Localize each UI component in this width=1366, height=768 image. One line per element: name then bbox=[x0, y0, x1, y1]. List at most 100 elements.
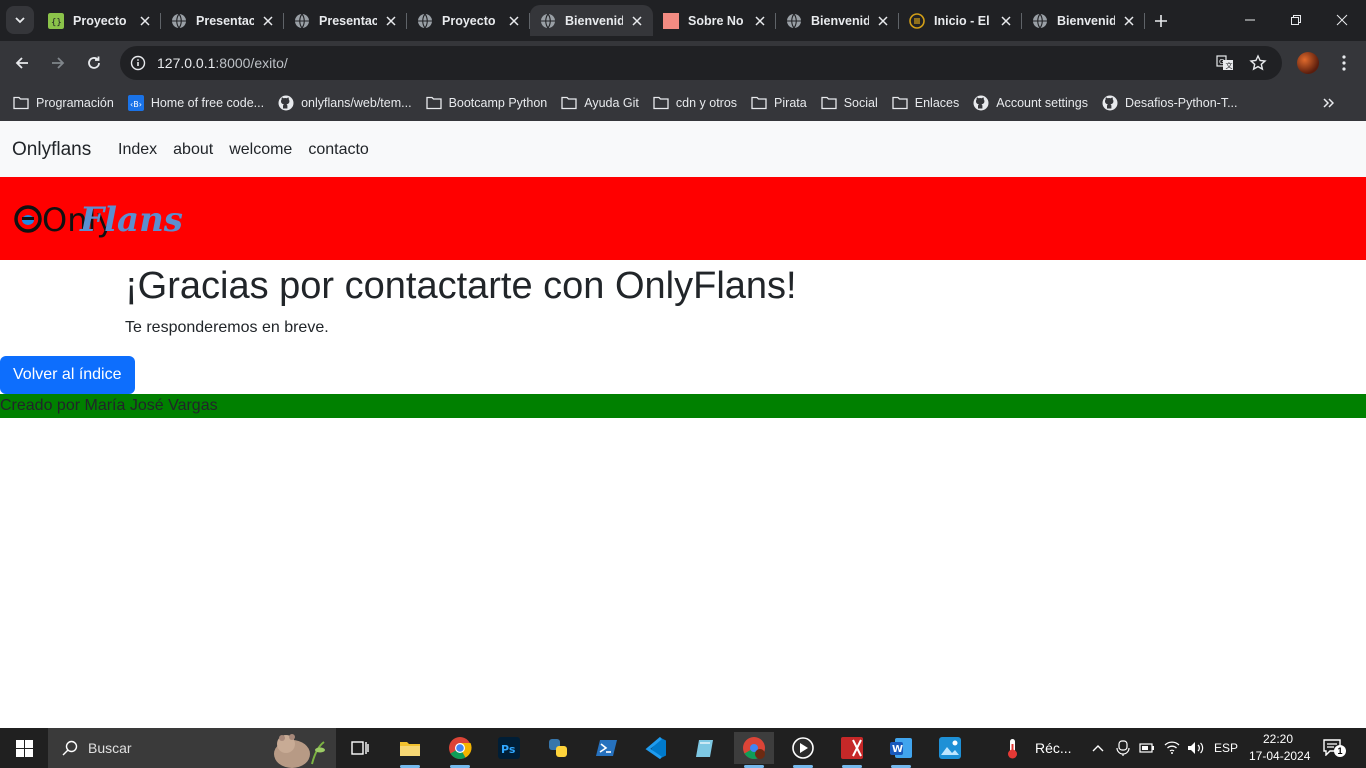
clock-date[interactable]: 17-04-2024 bbox=[1249, 749, 1310, 763]
tab-close-button[interactable] bbox=[1121, 13, 1137, 29]
notification-center-button[interactable]: 1 bbox=[1322, 738, 1346, 758]
bookmark-icon bbox=[973, 95, 989, 111]
taskbar-chrome-profile[interactable] bbox=[734, 732, 774, 768]
wifi-icon[interactable] bbox=[1164, 740, 1180, 754]
bookmark-item[interactable]: Account settings bbox=[971, 89, 1094, 117]
bookmark-item[interactable]: Social bbox=[819, 89, 884, 117]
browser-tab[interactable]: {} Proyecto bbox=[38, 5, 161, 36]
task-view-button[interactable] bbox=[340, 732, 380, 764]
close-icon bbox=[878, 15, 888, 26]
weather-text[interactable]: Réc... bbox=[1035, 740, 1072, 756]
forward-button[interactable] bbox=[44, 49, 72, 77]
bookmark-label: Home of free code... bbox=[150, 96, 265, 110]
bookmark-item[interactable]: Bootcamp Python bbox=[424, 89, 554, 117]
browser-tab[interactable]: Bienvenid bbox=[1022, 5, 1145, 36]
bookmark-item[interactable]: Ayuda Git bbox=[559, 89, 645, 117]
github-icon bbox=[278, 95, 294, 111]
browser-menu-button[interactable] bbox=[1334, 53, 1354, 73]
taskbar-chrome[interactable] bbox=[440, 732, 480, 768]
bookmark-item[interactable]: Desafios-Python-T... bbox=[1100, 89, 1244, 117]
restore-button[interactable] bbox=[1273, 0, 1319, 40]
bookmark-item[interactable]: Programación bbox=[11, 89, 120, 117]
clock-time[interactable]: 22:20 bbox=[1263, 732, 1293, 746]
taskbar-powershell[interactable] bbox=[587, 732, 627, 764]
chevron-up-icon[interactable] bbox=[1092, 742, 1104, 754]
bookmark-label: Pirata bbox=[774, 96, 807, 110]
nav-link-about[interactable]: about bbox=[165, 141, 221, 159]
bookmark-item[interactable]: Enlaces bbox=[890, 89, 965, 117]
navbar-brand[interactable]: Onlyflans bbox=[12, 139, 91, 161]
tab-close-button[interactable] bbox=[137, 13, 153, 29]
bookmark-icon bbox=[653, 95, 669, 111]
tab-title: Presentac bbox=[319, 13, 377, 28]
taskbar-photos[interactable] bbox=[930, 732, 970, 764]
battery-icon[interactable] bbox=[1139, 742, 1155, 754]
start-button[interactable] bbox=[0, 728, 48, 768]
tab-close-button[interactable] bbox=[383, 13, 399, 29]
confirmation-message: Te responderemos en breve. bbox=[125, 319, 329, 336]
folder-icon bbox=[561, 96, 577, 110]
bookmarks-overflow-button[interactable] bbox=[1316, 91, 1340, 115]
taskbar-python[interactable] bbox=[538, 732, 578, 764]
arrow-left-icon bbox=[15, 57, 28, 69]
tab-close-button[interactable] bbox=[260, 13, 276, 29]
url-host: 127.0.0.1 bbox=[157, 55, 216, 71]
tab-close-button[interactable] bbox=[506, 13, 522, 29]
tab-close-button[interactable] bbox=[629, 13, 645, 29]
taskbar-search[interactable]: Buscar bbox=[48, 728, 336, 768]
minimize-button[interactable] bbox=[1227, 0, 1273, 40]
bookmark-item[interactable]: ‹B› Home of free code... bbox=[126, 89, 270, 117]
browser-tab[interactable]: Bienvenid bbox=[530, 5, 653, 36]
volume-icon[interactable] bbox=[1187, 740, 1205, 756]
taskbar-notes-app[interactable] bbox=[685, 732, 725, 764]
bookmark-item[interactable]: Pirata bbox=[749, 89, 813, 117]
vscode-icon bbox=[645, 737, 666, 759]
bookmark-star-icon[interactable] bbox=[1249, 54, 1267, 72]
site-info-icon[interactable] bbox=[129, 54, 147, 72]
close-window-button[interactable] bbox=[1319, 0, 1365, 40]
tab-close-button[interactable] bbox=[998, 13, 1014, 29]
github-icon bbox=[973, 95, 989, 111]
close-icon bbox=[1124, 15, 1134, 26]
profile-avatar[interactable] bbox=[1297, 52, 1319, 74]
back-to-index-button[interactable]: Volver al índice bbox=[0, 356, 135, 394]
taskbar-vscode[interactable] bbox=[636, 732, 676, 764]
browser-tab[interactable]: Bienvenid bbox=[776, 5, 899, 36]
restore-icon bbox=[1291, 15, 1301, 25]
bookmark-icon bbox=[425, 95, 442, 111]
url-text[interactable]: 127.0.0.1:8000/exito/ bbox=[157, 55, 288, 71]
reload-icon bbox=[88, 56, 100, 69]
taskbar-media-player[interactable] bbox=[783, 732, 823, 768]
browser-tab[interactable]: Proyecto bbox=[407, 5, 530, 36]
bookmark-label: Social bbox=[843, 96, 878, 110]
language-indicator[interactable]: ESP bbox=[1214, 741, 1238, 755]
address-bar[interactable]: 127.0.0.1:8000/exito/ G文 bbox=[120, 46, 1282, 80]
tab-close-button[interactable] bbox=[752, 13, 768, 29]
tab-close-button[interactable] bbox=[875, 13, 891, 29]
back-button[interactable] bbox=[8, 49, 36, 77]
plus-icon bbox=[1155, 15, 1167, 27]
taskbar-file-explorer[interactable] bbox=[390, 732, 430, 768]
browser-tab[interactable]: Presentac bbox=[161, 5, 284, 36]
reload-button[interactable] bbox=[80, 49, 108, 77]
bookmark-item[interactable]: cdn y otros bbox=[651, 89, 743, 117]
browser-tab[interactable]: Inicio - El bbox=[899, 5, 1022, 36]
taskbar-pdf-app[interactable] bbox=[832, 732, 872, 768]
folder-icon bbox=[821, 96, 837, 110]
bookmark-label: cdn y otros bbox=[675, 96, 738, 110]
meet-now-icon[interactable] bbox=[1116, 740, 1130, 756]
svg-text:‹B›: ‹B› bbox=[130, 100, 142, 109]
taskbar-photoshop[interactable]: Ps bbox=[489, 732, 529, 764]
taskbar-word[interactable]: W bbox=[881, 732, 921, 768]
nav-link-contacto[interactable]: contacto bbox=[300, 141, 376, 159]
new-tab-button[interactable] bbox=[1150, 10, 1172, 32]
nav-link-index[interactable]: Index bbox=[110, 141, 165, 159]
globe-icon bbox=[541, 13, 555, 28]
tab-search-button[interactable] bbox=[6, 6, 34, 34]
translate-icon[interactable]: G文 bbox=[1216, 54, 1234, 72]
github-icon bbox=[1102, 95, 1118, 111]
nav-link-welcome[interactable]: welcome bbox=[221, 141, 300, 159]
browser-tab[interactable]: Sobre No bbox=[653, 5, 776, 36]
browser-tab[interactable]: Presentac bbox=[284, 5, 407, 36]
bookmark-item[interactable]: onlyflans/web/tem... bbox=[276, 89, 417, 117]
